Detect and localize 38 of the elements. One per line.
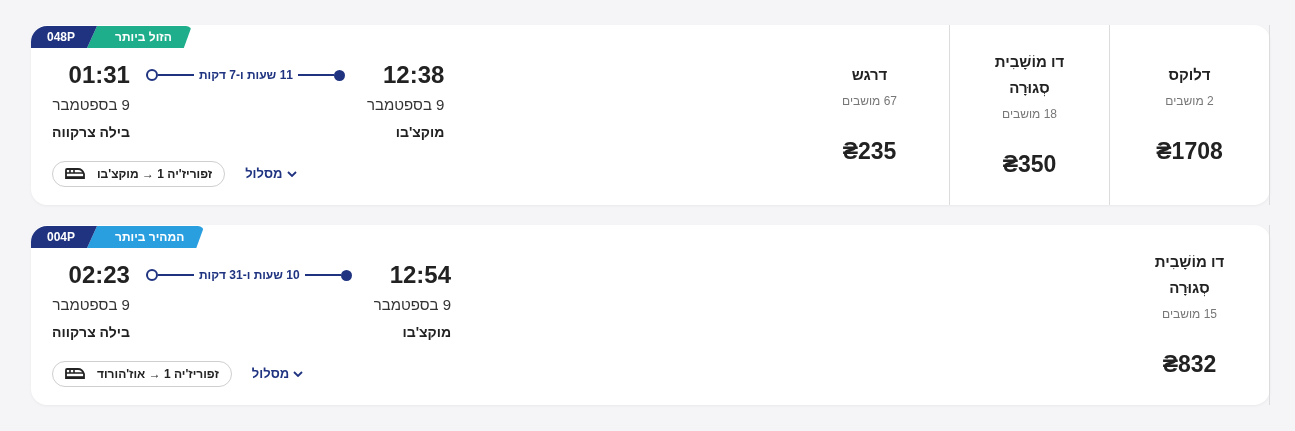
- seat-count: 2 מושבים: [1165, 92, 1214, 110]
- fare-price: ₴350: [1002, 149, 1057, 179]
- chevron-down-icon: [293, 371, 304, 377]
- departure-date: 9 בספטמבר: [373, 295, 452, 315]
- route-toggle[interactable]: מסלול: [251, 364, 304, 384]
- trip-duration: 11 שעות ו-7 דקות: [197, 67, 294, 84]
- departure-date: 9 בספטמבר: [367, 95, 445, 115]
- train-icon: [65, 368, 85, 380]
- arrival-station: בילה צרקווה: [52, 322, 130, 342]
- arrival-station: בילה צרקווה: [52, 122, 130, 142]
- fare-class: דו מוֹשָׁבִית סְגוּרָה: [1153, 251, 1226, 299]
- chevron-down-icon: [286, 171, 297, 177]
- train-number: 048P: [31, 26, 98, 48]
- trip-duration: 10 שעות ו-31 דקות: [197, 267, 301, 284]
- seat-count: 67 מושבים: [842, 92, 897, 110]
- fare-class: דלוקס: [1168, 64, 1211, 85]
- route-text: זפוריז'יה 1 → מוקצ'בו: [97, 166, 213, 183]
- train-badge: המהיר ביותר: [87, 226, 205, 248]
- route-text: זפוריז'יה 1 → אוז'הורוד: [97, 366, 219, 383]
- fare-price: ₴235: [842, 136, 897, 166]
- arrival-date: 9 בספטמבר: [52, 295, 130, 315]
- departure-station: מוקצ'בו: [394, 122, 445, 142]
- seat-count: 18 מושבים: [1002, 105, 1057, 123]
- fare-class: דרגש: [851, 64, 888, 85]
- train-badge: הזול ביותר: [87, 26, 192, 48]
- fare-class: דו מוֹשָׁבִית סְגוּרָה: [993, 51, 1066, 99]
- train-number: 004P: [31, 226, 98, 248]
- fare-price: ₴1708: [1156, 136, 1223, 166]
- arrival-date: 9 בספטמבר: [52, 95, 130, 115]
- arrival-time: 01:31: [67, 61, 130, 89]
- fare-price: ₴832: [1162, 349, 1217, 379]
- seat-count: 15 מושבים: [1162, 305, 1217, 323]
- route-toggle[interactable]: מסלול: [245, 164, 297, 184]
- departure-time: 12:54: [388, 261, 452, 289]
- departure-time: 12:38: [382, 61, 445, 89]
- train-icon: [65, 168, 85, 180]
- departure-station: מוקצ'בו: [401, 322, 452, 342]
- arrival-time: 02:23: [67, 261, 130, 289]
